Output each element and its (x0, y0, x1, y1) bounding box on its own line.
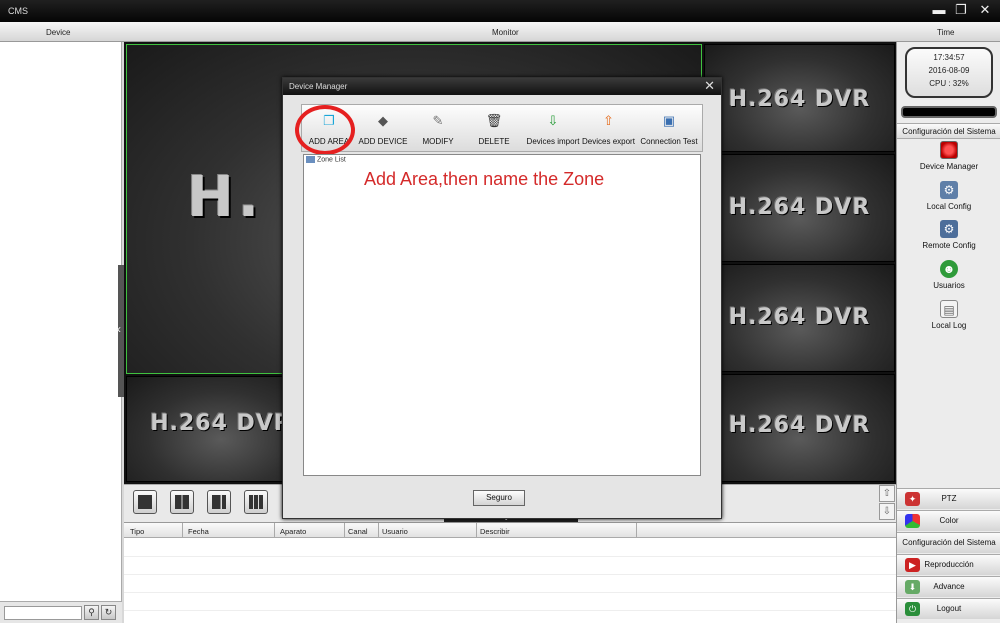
dialog-toolbar: ❐ ADD AREA ◆ ADD DEVICE ✎ MODIFY 🗑 DELET… (301, 104, 703, 152)
modify-icon: ✎ (432, 113, 444, 128)
local-config-button[interactable]: ⚙ Local Config (897, 181, 1000, 219)
col-aparato: Aparato (280, 527, 307, 536)
scroll-down-icon[interactable]: ⇩ (879, 503, 895, 520)
advance-button[interactable]: ⬇ Advance (897, 576, 1000, 597)
connection-test-button[interactable]: ▣ Connection Test (636, 109, 702, 151)
col-canal: Canal (348, 527, 368, 536)
remote-config-button[interactable]: ⚙ Remote Config (897, 220, 1000, 258)
channel-text: H.264 DVR (728, 195, 871, 220)
advance-icon: ⬇ (905, 580, 920, 594)
logout-button[interactable]: ⏻ Logout (897, 598, 1000, 619)
status-bar (901, 106, 997, 118)
video-cell-4[interactable]: H.264 DVR (704, 264, 895, 372)
device-manager-dialog: Device Manager ✕ ❐ ADD AREA ◆ ADD DEVICE… (282, 77, 722, 519)
cms-window: CMS ▬ ❐ ✕ Device Monitor Time ⚲ ↻ ‹ H. H… (0, 0, 1000, 623)
log-icon: ▤ (940, 300, 958, 318)
add-device-icon: ◆ (378, 113, 388, 128)
device-header: Device (46, 28, 71, 37)
import-icon: ⇩ (547, 113, 559, 128)
channel-text: H.264 DVR (728, 87, 871, 112)
scroll-up-icon[interactable]: ⇧ (879, 485, 895, 502)
monitor-header: Monitor (492, 28, 519, 37)
layout-9-button[interactable] (244, 490, 268, 514)
video-cell-3[interactable]: H.264 DVR (704, 154, 895, 262)
device-search-bar: ⚲ ↻ (0, 601, 122, 623)
layout-scroll: ⇧ ⇩ (879, 485, 895, 521)
trash-icon: 🗑 (485, 113, 503, 128)
cpu-usage: CPU : 32% (929, 79, 969, 88)
zone-list-root[interactable]: Zone List (306, 156, 346, 163)
device-manager-button[interactable]: Device Manager (897, 141, 1000, 179)
clock-date: 2016-08-09 (928, 66, 970, 75)
local-log-button[interactable]: ▤ Local Log (897, 300, 1000, 338)
close-icon[interactable]: ✕ (976, 2, 994, 18)
right-panel: 17:34:57 2016-08-09 CPU : 32% Configurac… (896, 42, 1000, 623)
col-usuario: Usuario (382, 527, 408, 536)
clock-time: 17:34:57 (933, 53, 965, 62)
instruction-annotation: Add Area,then name the Zone (364, 169, 605, 189)
video-cell-2[interactable]: H.264 DVR (704, 44, 895, 152)
video-cell-8[interactable]: H.264 DVR (704, 374, 895, 482)
playback-button[interactable]: ▶ Reproducción (897, 554, 1000, 575)
playback-icon: ▶ (905, 558, 920, 572)
users-icon: ☻ (940, 260, 958, 278)
device-manager-icon (940, 141, 958, 159)
remote-config-icon: ⚙ (940, 220, 958, 238)
layout-6-icon (212, 495, 226, 509)
device-tree-panel[interactable]: ⚲ ↻ (0, 42, 122, 623)
layout-4-button[interactable] (170, 490, 194, 514)
channel-text: H.264 DVR (728, 413, 871, 438)
logout-icon: ⏻ (905, 602, 920, 616)
folder-icon (306, 156, 315, 163)
layout-9-icon (249, 495, 263, 509)
log-table: Tipo Fecha Aparato Canal Usuario Describ… (124, 522, 896, 623)
col-tipo: Tipo (130, 527, 145, 536)
col-fecha: Fecha (188, 527, 209, 536)
devices-import-button[interactable]: ⇩ Devices import (524, 109, 582, 151)
delete-button[interactable]: 🗑 DELETE (470, 109, 518, 151)
ptz-button[interactable]: ✦ PTZ (897, 488, 1000, 509)
modify-button[interactable]: ✎ MODIFY (414, 109, 462, 151)
layout-6-button[interactable] (207, 490, 231, 514)
dialog-title-bar: Device Manager ✕ (283, 78, 721, 95)
collapse-arrow-icon[interactable]: ‹ (117, 322, 121, 336)
dialog-close-icon[interactable]: ✕ (704, 79, 715, 93)
search-icon[interactable]: ⚲ (84, 605, 99, 620)
system-config-title: Configuración del Sistema (897, 123, 1000, 139)
ptz-icon: ✦ (905, 492, 920, 506)
clock-display: 17:34:57 2016-08-09 CPU : 32% (905, 47, 993, 98)
col-describir: Describir (480, 527, 510, 536)
channel-text: H.264 DVR (728, 305, 871, 330)
layout-1-icon (138, 495, 152, 509)
layout-4-icon (175, 495, 189, 509)
channel-big-text: H. (187, 165, 264, 230)
users-button[interactable]: ☻ Usuarios (897, 260, 1000, 298)
restore-icon[interactable]: ❐ (952, 2, 970, 18)
device-search-input[interactable] (4, 606, 82, 620)
seguro-button[interactable]: Seguro (473, 490, 525, 506)
header-row: Device Monitor Time (0, 22, 1000, 42)
add-device-button[interactable]: ◆ ADD DEVICE (356, 109, 410, 151)
layout-1-button[interactable] (133, 490, 157, 514)
devices-export-button[interactable]: ⇧ Devices export (582, 109, 635, 151)
zone-tree[interactable]: Zone List Add Area,then name the Zone (303, 154, 701, 476)
color-icon (905, 514, 920, 528)
minimize-icon[interactable]: ▬ (930, 2, 948, 18)
time-header: Time (937, 28, 955, 37)
log-table-header: Tipo Fecha Aparato Canal Usuario Describ… (124, 523, 896, 538)
highlight-circle (295, 105, 355, 155)
app-title: CMS (8, 6, 28, 16)
title-bar: CMS ▬ ❐ ✕ (0, 0, 1000, 22)
dialog-title: Device Manager (289, 82, 348, 91)
local-config-icon: ⚙ (940, 181, 958, 199)
color-button[interactable]: Color (897, 510, 1000, 531)
export-icon: ⇧ (603, 113, 614, 128)
connection-test-icon: ▣ (662, 113, 676, 128)
refresh-icon[interactable]: ↻ (101, 605, 116, 620)
system-config-button[interactable]: Configuración del Sistema (897, 532, 1000, 553)
